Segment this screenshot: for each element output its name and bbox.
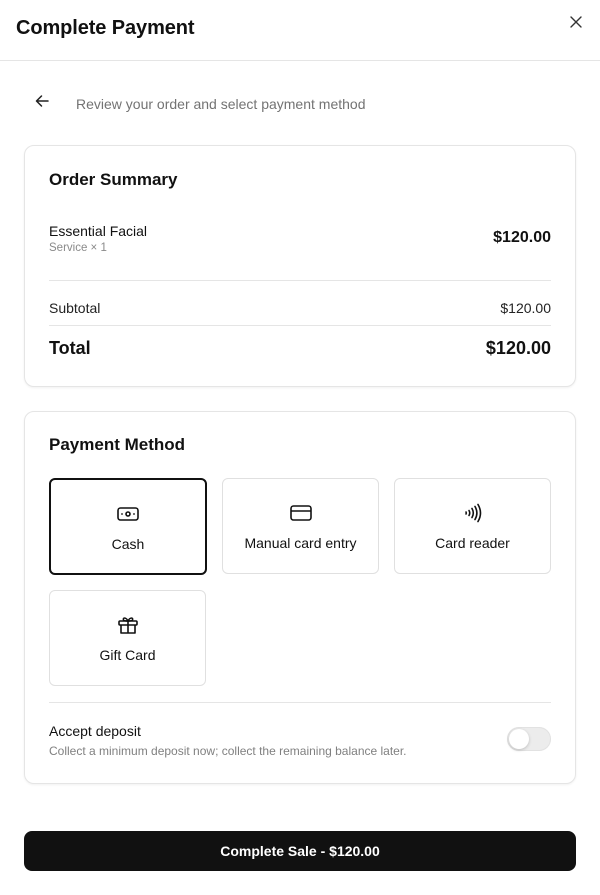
modal-title: Complete Payment — [16, 17, 195, 39]
divider — [49, 702, 551, 703]
gift-icon — [116, 613, 140, 637]
close-button[interactable] — [566, 14, 586, 34]
toggle-knob — [509, 729, 529, 749]
arrow-left-icon — [35, 94, 49, 113]
subheader: Review your order and select payment met… — [0, 88, 600, 118]
cash-icon — [116, 502, 140, 526]
modal-header: Complete Payment — [0, 0, 600, 61]
total-value: $120.00 — [485, 338, 551, 358]
payment-option-manual-card[interactable]: Manual card entry — [222, 478, 379, 574]
contactless-icon — [461, 501, 485, 525]
payment-method-card: Payment Method Cash Manual card entry Ca… — [24, 411, 576, 784]
complete-sale-button[interactable]: Complete Sale - $120.00 — [24, 831, 576, 871]
payment-option-label: Cash — [111, 535, 145, 552]
order-summary-title: Order Summary — [49, 170, 178, 189]
accept-deposit-label: Accept deposit — [49, 723, 141, 739]
close-icon — [570, 15, 582, 33]
payment-option-cash[interactable]: Cash — [49, 478, 207, 575]
payment-option-label: Gift Card — [99, 647, 156, 663]
payment-option-label: Card reader — [435, 535, 510, 551]
item-price: $120.00 — [493, 229, 551, 246]
payment-option-card-reader[interactable]: Card reader — [394, 478, 551, 574]
payment-option-gift-card[interactable]: Gift Card — [49, 590, 206, 686]
divider — [49, 280, 551, 281]
subtotal-value: $120.00 — [500, 300, 551, 316]
accept-deposit-toggle[interactable] — [507, 727, 551, 751]
accept-deposit-description: Collect a minimum deposit now; collect t… — [49, 744, 407, 758]
total-label: Total — [49, 338, 91, 358]
subheader-text: Review your order and select payment met… — [76, 96, 366, 112]
divider — [49, 325, 551, 326]
payment-option-label: Manual card entry — [244, 535, 357, 551]
item-detail: Service × 1 — [49, 242, 107, 254]
subtotal-label: Subtotal — [49, 300, 101, 316]
back-button[interactable] — [32, 93, 52, 113]
order-summary-card: Order Summary Essential Facial Service ×… — [24, 145, 576, 387]
credit-card-icon — [289, 501, 313, 525]
payment-method-title: Payment Method — [49, 435, 186, 454]
item-name: Essential Facial — [49, 223, 148, 239]
payment-modal: Complete Payment Review your order and s… — [0, 0, 600, 895]
